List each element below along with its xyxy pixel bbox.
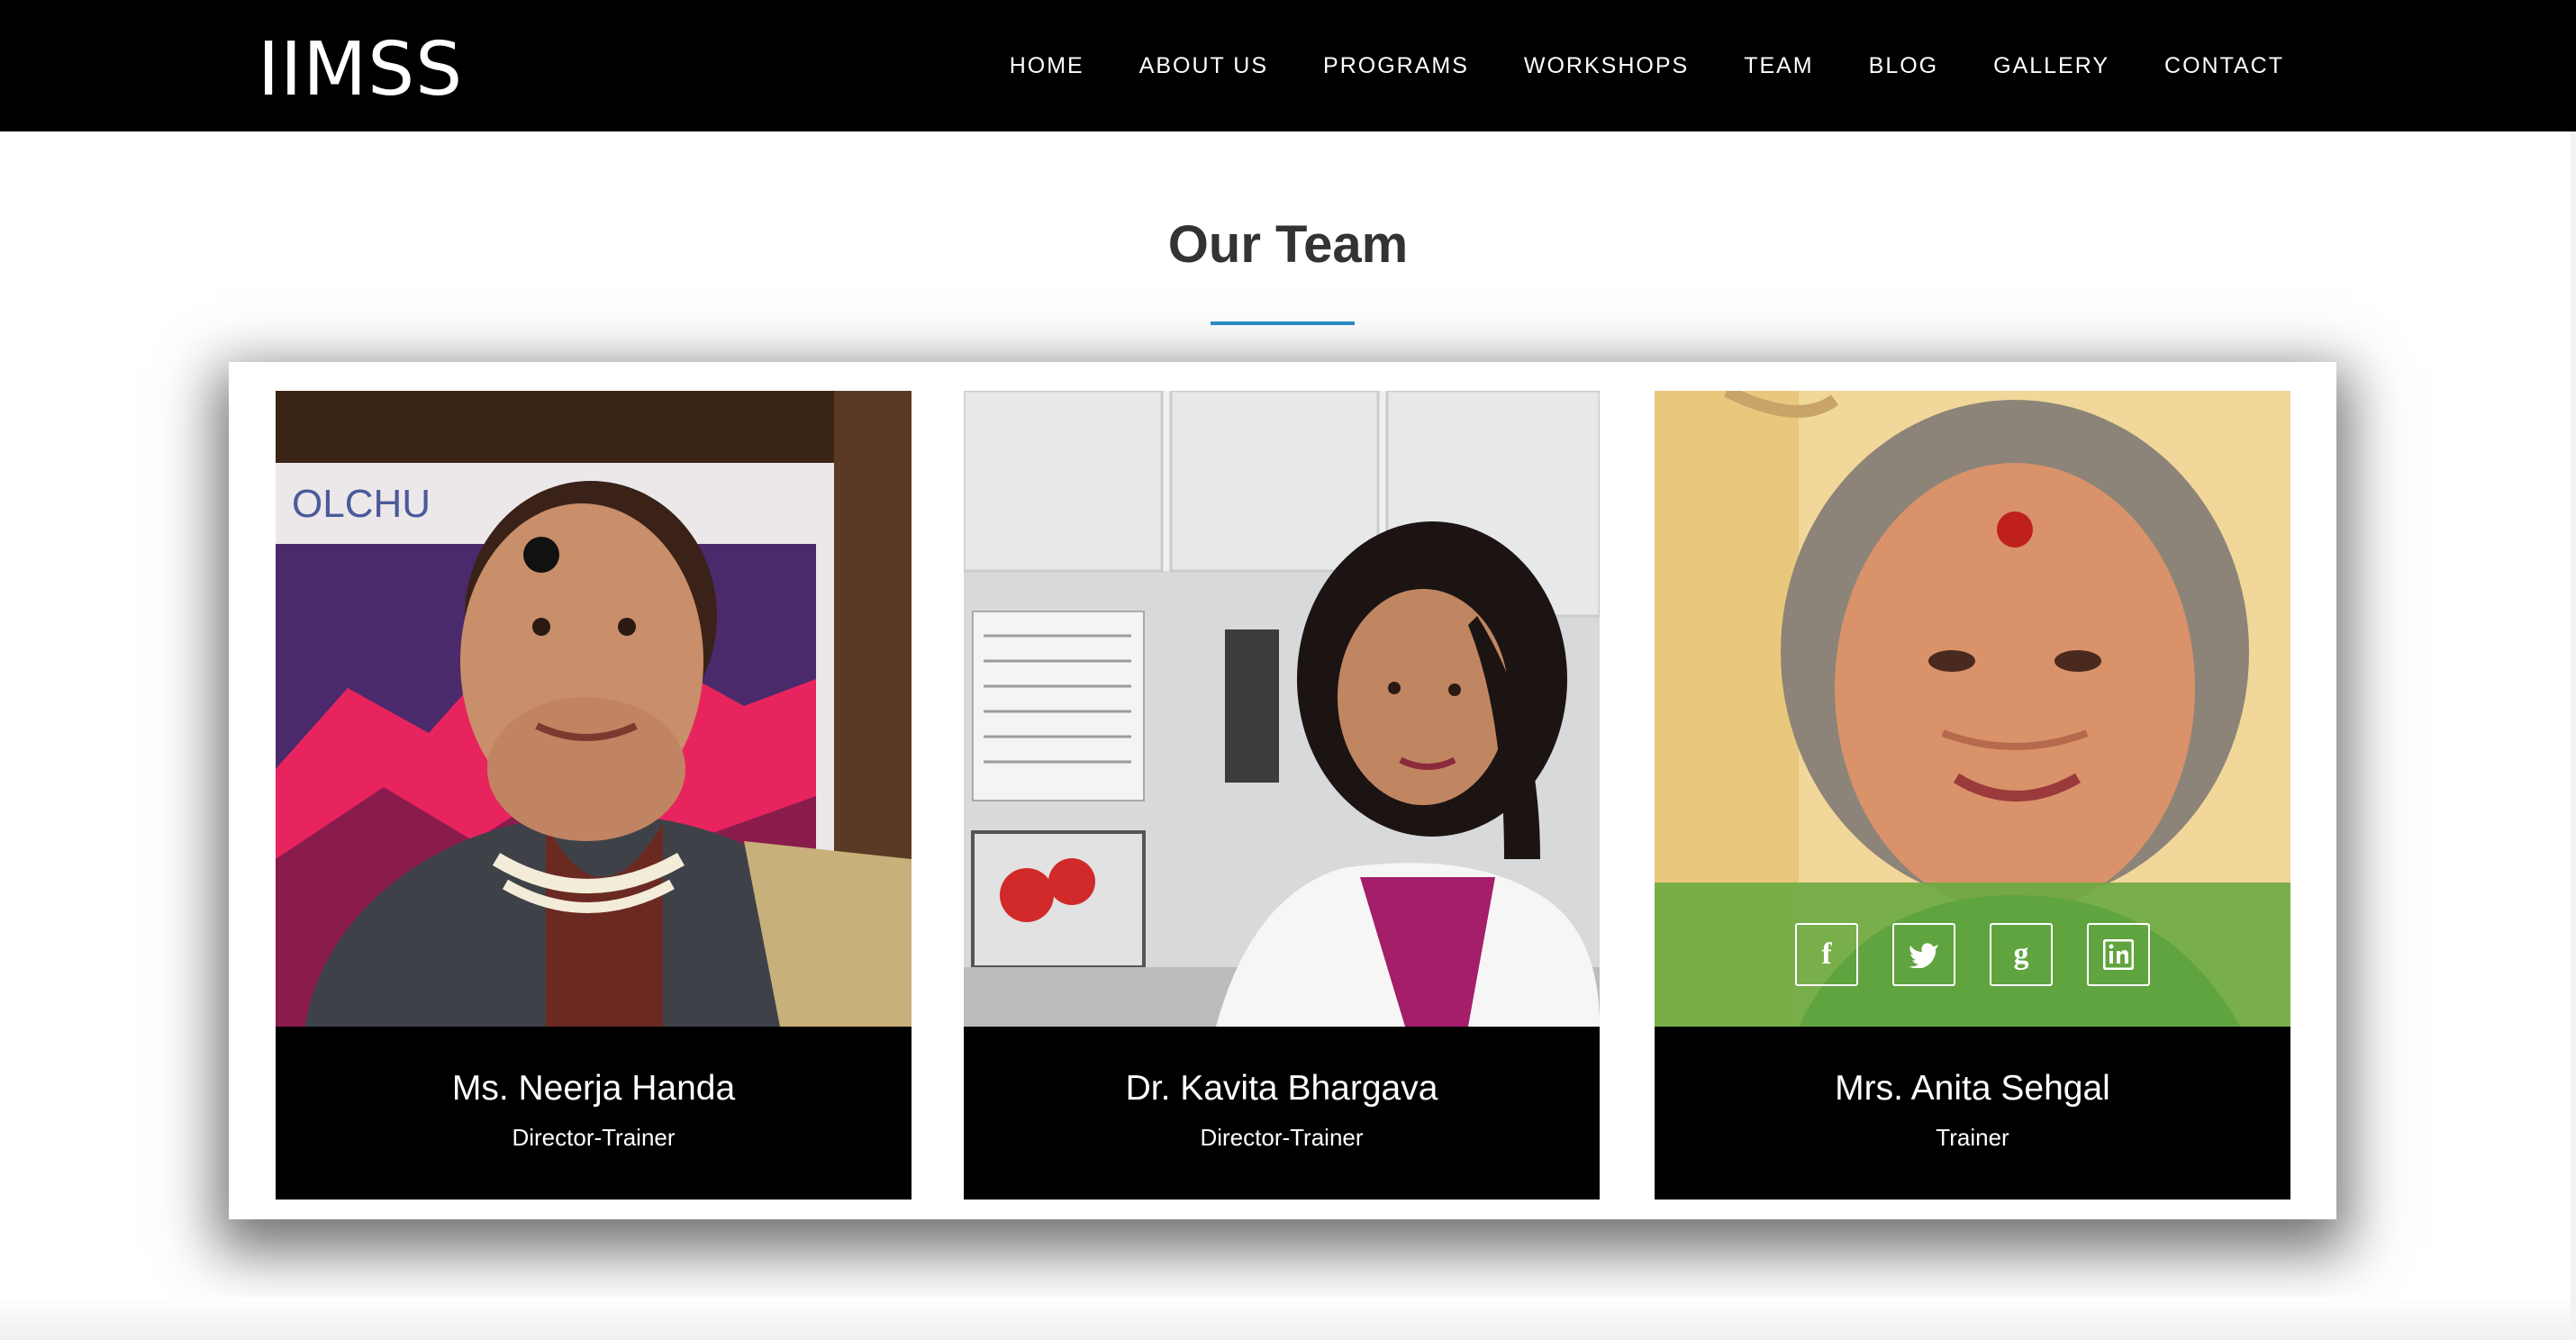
- facebook-icon[interactable]: f: [1795, 923, 1858, 986]
- nav-gallery[interactable]: GALLERY: [1993, 53, 2109, 79]
- member-role: Director-Trainer: [512, 1124, 676, 1151]
- twitter-icon[interactable]: [1892, 923, 1955, 986]
- member-role: Trainer: [1936, 1124, 2009, 1151]
- nav-team[interactable]: TEAM: [1744, 53, 1813, 79]
- svg-text:OLCHU: OLCHU: [292, 482, 431, 526]
- team-card[interactable]: Dr. Kavita Bhargava Director-Trainer: [964, 391, 1600, 1200]
- member-name: Mrs. Anita Sehgal: [1835, 1069, 2110, 1108]
- nav-about-us[interactable]: ABOUT US: [1139, 53, 1268, 79]
- nav-contact[interactable]: CONTACT: [2164, 53, 2284, 79]
- window-edge: [2571, 131, 2576, 1340]
- main-nav: HOME ABOUT US PROGRAMS WORKSHOPS TEAM BL…: [1010, 0, 2284, 131]
- member-caption: Dr. Kavita Bhargava Director-Trainer: [964, 1027, 1600, 1200]
- nav-workshops[interactable]: WORKSHOPS: [1524, 53, 1689, 79]
- member-role: Director-Trainer: [1200, 1124, 1364, 1151]
- member-name: Ms. Neerja Handa: [451, 1069, 736, 1108]
- member-name: Dr. Kavita Bhargava: [1125, 1069, 1438, 1108]
- google-plus-icon[interactable]: g: [1990, 923, 2053, 986]
- team-photo-neerja-handa: OLCHU: [276, 391, 912, 1027]
- social-links-overlay: f g: [1655, 883, 2290, 1027]
- linkedin-icon[interactable]: [2087, 923, 2150, 986]
- team-photo-kavita-bhargava: [964, 391, 1600, 1027]
- site-header: IIMSS HOME ABOUT US PROGRAMS WORKSHOPS T…: [0, 0, 2576, 131]
- nav-home[interactable]: HOME: [1010, 53, 1084, 79]
- nav-programs[interactable]: PROGRAMS: [1323, 53, 1469, 79]
- team-photo-anita-sehgal: f g: [1655, 391, 2290, 1027]
- member-caption: Mrs. Anita Sehgal Trainer: [1655, 1027, 2290, 1200]
- site-logo[interactable]: IIMSS: [258, 27, 463, 113]
- team-card[interactable]: OLCHU Ms. Neerja Handa Director-Trainer: [276, 391, 912, 1200]
- title-underline: [1211, 321, 1355, 325]
- member-caption: Ms. Neerja Handa Director-Trainer: [276, 1027, 912, 1200]
- team-panel: OLCHU Ms. Neerja Handa Director-Trainer: [229, 362, 2336, 1219]
- nav-blog[interactable]: BLOG: [1869, 53, 1938, 79]
- section-title: Our Team: [1167, 215, 1409, 274]
- page-bottom-fade: [0, 1297, 2576, 1340]
- team-card[interactable]: f g Mrs. Anita Sehgal Trainer: [1655, 391, 2290, 1200]
